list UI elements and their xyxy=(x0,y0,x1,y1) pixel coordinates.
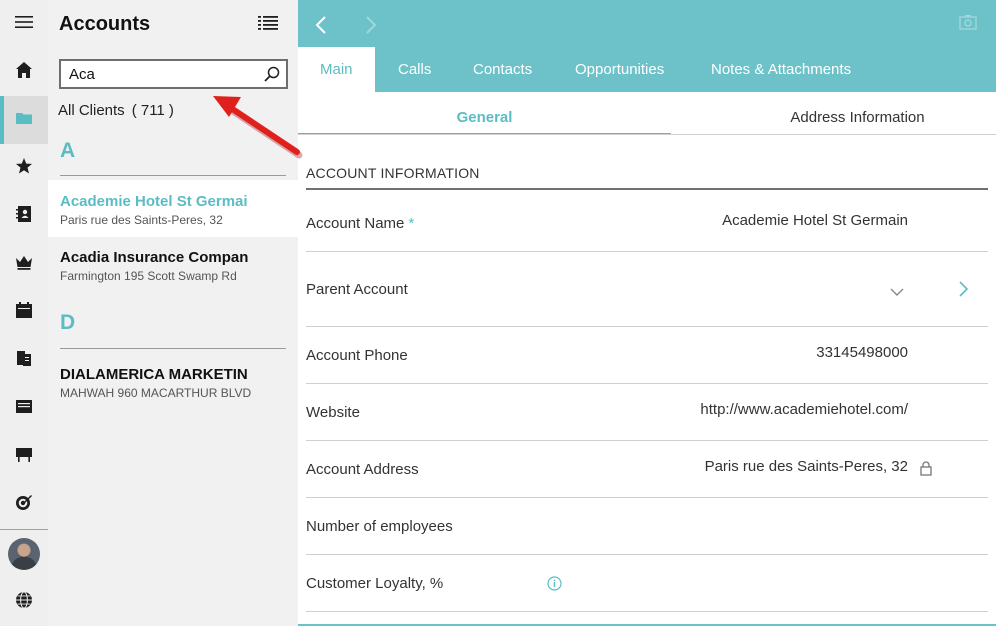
search-input[interactable] xyxy=(69,64,249,84)
sidebar-item-calendar[interactable] xyxy=(0,288,48,336)
filter-count: ( 711 ) xyxy=(131,102,174,119)
camera-icon[interactable] xyxy=(959,14,977,30)
filter-label: All Clients xyxy=(58,102,125,119)
menu-icon xyxy=(15,13,33,36)
tab-notes-attachments[interactable]: Notes & Attachments xyxy=(689,47,873,92)
globe-icon xyxy=(15,591,33,614)
sidebar-item-home[interactable] xyxy=(0,48,48,96)
group-header-d[interactable]: D xyxy=(60,311,75,335)
subtab-address-information[interactable]: Address Information xyxy=(671,99,996,135)
list-item-address: Paris rue des Saints-Peres, 32 xyxy=(60,213,223,227)
field-parent-account[interactable]: Parent Account xyxy=(306,252,988,327)
tab-main[interactable]: Main xyxy=(298,47,375,92)
contacts-book-icon xyxy=(15,205,33,228)
group-divider xyxy=(60,175,286,176)
navigation-rail xyxy=(0,0,48,626)
folder-icon xyxy=(15,109,33,132)
chevron-right-icon[interactable] xyxy=(958,281,969,297)
field-label: Number of employees xyxy=(306,518,453,535)
list-view-button[interactable] xyxy=(256,14,280,36)
website-value[interactable]: http://www.academiehotel.com/ xyxy=(700,401,908,418)
sidebar-item-accounts[interactable] xyxy=(0,96,48,144)
lock-icon xyxy=(920,461,932,476)
search-icon[interactable] xyxy=(264,66,280,82)
client-filter[interactable]: All Clients ( 711 ) xyxy=(58,102,174,119)
account-address-value: Paris rue des Saints-Peres, 32 xyxy=(704,458,908,475)
list-item-academie-hotel[interactable]: Academie Hotel St Germain Paris rue des … xyxy=(48,180,298,237)
forward-button[interactable] xyxy=(360,14,380,36)
field-website[interactable]: Website http://www.academiehotel.com/ xyxy=(306,384,988,441)
annotation-arrow-icon xyxy=(213,96,303,159)
sidebar-item-documents[interactable] xyxy=(0,336,48,384)
header-bar: Main Calls Contacts Opportunities Notes … xyxy=(298,0,996,92)
subtab-general[interactable]: General xyxy=(298,99,671,135)
inbox-icon xyxy=(15,397,33,420)
field-label: Account Address xyxy=(306,461,419,478)
star-icon xyxy=(15,157,33,180)
page-title: Accounts xyxy=(59,13,151,35)
list-item-name: Acadia Insurance Company xyxy=(60,249,248,266)
list-item-acadia-insurance[interactable]: Acadia Insurance Company Farmington 195 … xyxy=(48,236,298,293)
field-account-phone[interactable]: Account Phone 33145498000 xyxy=(306,327,988,384)
list-item-address: Farmington 195 Scott Swamp Rd xyxy=(60,269,237,283)
field-account-name[interactable]: Account Name * Academie Hotel St Germain xyxy=(306,190,988,252)
crown-icon xyxy=(15,253,33,276)
info-icon[interactable] xyxy=(547,576,562,591)
sidebar-item-archive[interactable] xyxy=(0,384,48,432)
field-number-of-employees[interactable]: Number of employees xyxy=(306,498,988,555)
field-label: Account Name * xyxy=(306,215,415,232)
list-item-dialamerica[interactable]: DIALAMERICA MARKETING MAHWAH 960 MACARTH… xyxy=(48,353,298,410)
group-header-a[interactable]: A xyxy=(60,139,75,163)
target-icon xyxy=(15,493,33,516)
subtab-divider xyxy=(298,134,996,135)
chevron-down-icon[interactable] xyxy=(890,284,904,296)
list-item-name: DIALAMERICA MARKETING xyxy=(60,366,248,383)
tab-opportunities[interactable]: Opportunities xyxy=(553,47,686,92)
required-mark: * xyxy=(408,215,415,232)
section-title: ACCOUNT INFORMATION xyxy=(306,165,480,181)
documents-icon xyxy=(15,349,33,372)
home-icon xyxy=(15,61,33,84)
group-divider xyxy=(60,348,286,349)
sidebar-item-language[interactable] xyxy=(0,578,48,626)
presentation-icon xyxy=(15,445,33,468)
tab-contacts[interactable]: Contacts xyxy=(451,47,554,92)
field-label: Account Phone xyxy=(306,347,408,364)
hamburger-menu-button[interactable] xyxy=(0,0,48,48)
account-phone-value[interactable]: 33145498000 xyxy=(816,344,908,361)
user-avatar xyxy=(8,538,40,570)
field-label: Website xyxy=(306,404,360,421)
field-customer-loyalty[interactable]: Customer Loyalty, % xyxy=(306,555,988,612)
sidebar-item-presentations[interactable] xyxy=(0,432,48,480)
account-name-value[interactable]: Academie Hotel St Germain xyxy=(722,212,908,229)
list-view-icon xyxy=(258,15,278,36)
search-box xyxy=(59,59,288,89)
field-account-address[interactable]: Account Address Paris rue des Saints-Per… xyxy=(306,441,988,498)
list-item-name: Academie Hotel St Germain xyxy=(60,193,248,210)
tab-calls[interactable]: Calls xyxy=(376,47,453,92)
field-label: Customer Loyalty, % xyxy=(306,575,444,592)
user-profile-button[interactable] xyxy=(0,530,48,578)
sidebar-item-favorites[interactable] xyxy=(0,144,48,192)
sidebar-item-goals[interactable] xyxy=(0,480,48,528)
sidebar-item-leads[interactable] xyxy=(0,240,48,288)
sidebar-item-contacts[interactable] xyxy=(0,192,48,240)
list-item-address: MAHWAH 960 MACARTHUR BLVD xyxy=(60,386,252,400)
field-label: Parent Account xyxy=(306,281,408,298)
calendar-icon xyxy=(15,301,33,324)
back-button[interactable] xyxy=(312,14,332,36)
